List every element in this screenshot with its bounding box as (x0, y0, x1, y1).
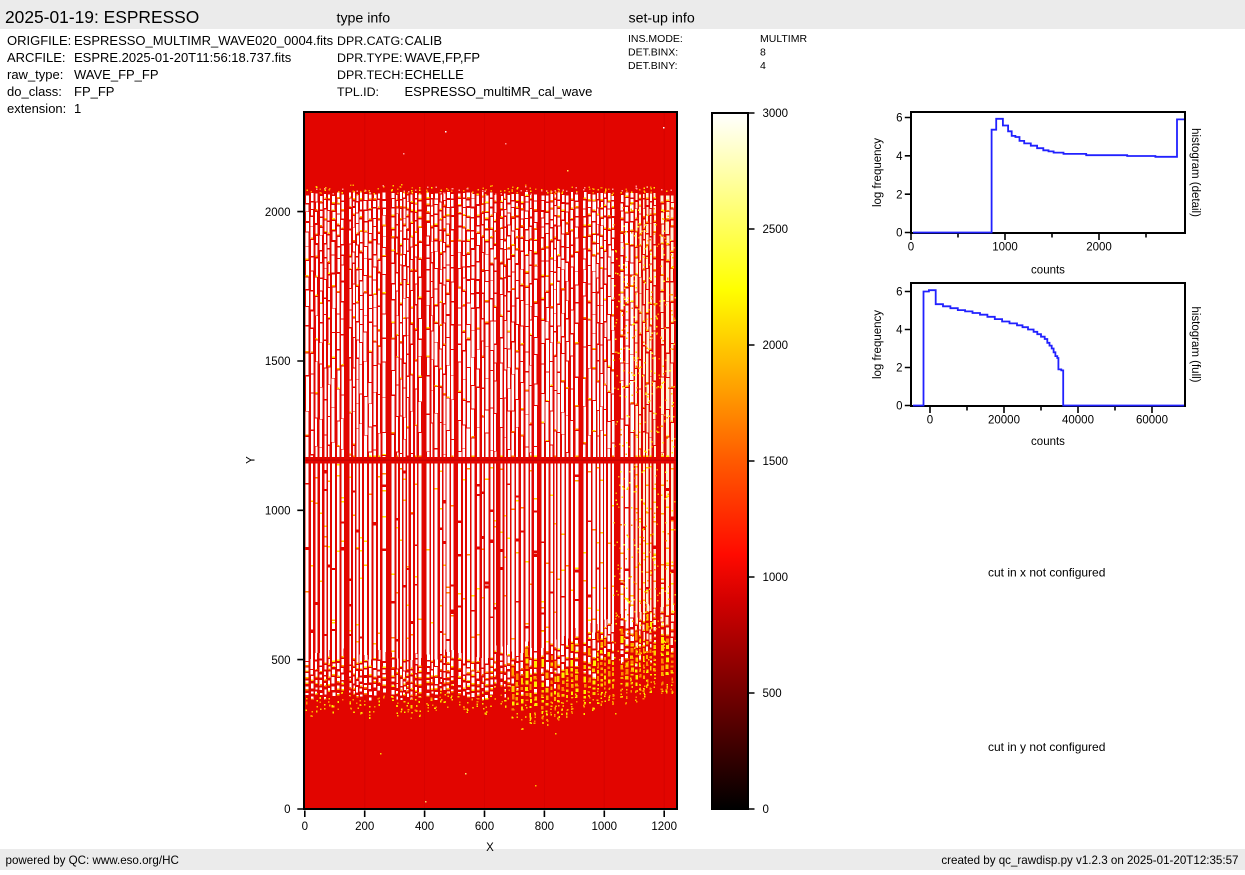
svg-text:2000: 2000 (763, 340, 789, 352)
svg-text:60000: 60000 (1136, 415, 1168, 427)
svg-text:DPR.TYPE:: DPR.TYPE: (337, 51, 402, 65)
svg-text:powered by QC: www.eso.org/HC: powered by QC: www.eso.org/HC (6, 854, 179, 867)
svg-text:FP_FP: FP_FP (74, 84, 114, 99)
svg-text:500: 500 (271, 655, 290, 667)
svg-text:0: 0 (927, 415, 933, 427)
svg-text:histogram (full): histogram (full) (1189, 306, 1201, 382)
svg-text:400: 400 (415, 821, 434, 833)
svg-text:1000: 1000 (763, 572, 789, 584)
svg-text:raw_type:: raw_type: (7, 67, 63, 82)
svg-text:MULTIMR: MULTIMR (760, 33, 807, 45)
svg-text:type info: type info (337, 11, 391, 27)
svg-text:2025-01-19: ESPRESSO: 2025-01-19: ESPRESSO (5, 7, 199, 27)
svg-text:WAVE_FP_FP: WAVE_FP_FP (74, 67, 159, 82)
svg-text:histogram (detail): histogram (detail) (1189, 128, 1201, 217)
svg-text:2: 2 (896, 189, 902, 201)
svg-text:counts: counts (1031, 265, 1065, 277)
svg-text:4: 4 (896, 325, 903, 337)
svg-text:0: 0 (302, 821, 308, 833)
svg-text:500: 500 (763, 688, 782, 700)
svg-text:2000: 2000 (265, 207, 291, 219)
svg-text:extension:: extension: (7, 101, 66, 116)
svg-text:2: 2 (896, 363, 902, 375)
svg-text:ESPRESSO_multiMR_cal_wave: ESPRESSO_multiMR_cal_wave (405, 84, 593, 99)
svg-text:3000: 3000 (763, 108, 789, 120)
svg-text:6: 6 (896, 287, 902, 299)
svg-text:600: 600 (475, 821, 494, 833)
svg-text:200: 200 (355, 821, 374, 833)
svg-text:1200: 1200 (651, 821, 677, 833)
svg-text:ECHELLE: ECHELLE (405, 67, 465, 82)
svg-text:4: 4 (760, 60, 766, 72)
svg-text:1000: 1000 (265, 506, 291, 518)
svg-text:6: 6 (896, 113, 902, 125)
svg-text:0: 0 (896, 228, 902, 240)
svg-text:1: 1 (74, 101, 81, 116)
svg-text:log frequency: log frequency (872, 310, 884, 379)
svg-text:cut in x not configured: cut in x not configured (988, 566, 1105, 580)
svg-text:do_class:: do_class: (7, 84, 62, 99)
svg-text:2000: 2000 (1086, 242, 1112, 254)
svg-text:0: 0 (896, 401, 902, 413)
svg-text:counts: counts (1031, 436, 1065, 448)
svg-text:DPR.TECH:: DPR.TECH: (337, 68, 404, 82)
svg-text:20000: 20000 (988, 415, 1020, 427)
svg-text:created by qc_rawdisp.py v1.2.: created by qc_rawdisp.py v1.2.3 on 2025-… (941, 854, 1238, 867)
svg-text:0: 0 (284, 804, 290, 816)
svg-text:1000: 1000 (592, 821, 618, 833)
svg-text:0: 0 (763, 804, 769, 816)
svg-text:4: 4 (896, 151, 903, 163)
svg-text:DPR.CATG:: DPR.CATG: (337, 34, 404, 48)
svg-text:800: 800 (535, 821, 554, 833)
svg-text:DET.BINY:: DET.BINY: (628, 60, 678, 72)
svg-text:CALIB: CALIB (405, 33, 443, 48)
svg-text:DET.BINX:: DET.BINX: (628, 46, 678, 58)
svg-text:INS.MODE:: INS.MODE: (628, 33, 683, 45)
svg-text:TPL.ID:: TPL.ID: (337, 85, 379, 99)
svg-text:1500: 1500 (265, 356, 291, 368)
svg-text:1500: 1500 (763, 456, 789, 468)
svg-text:Y: Y (246, 456, 258, 464)
svg-text:WAVE,FP,FP: WAVE,FP,FP (405, 50, 481, 65)
svg-text:0: 0 (908, 242, 914, 254)
svg-text:40000: 40000 (1062, 415, 1094, 427)
svg-text:ESPRESSO_MULTIMR_WAVE020_0004.: ESPRESSO_MULTIMR_WAVE020_0004.fits (74, 33, 334, 48)
svg-text:cut in y not configured: cut in y not configured (988, 740, 1105, 754)
svg-text:ORIGFILE:: ORIGFILE: (7, 33, 71, 48)
svg-text:X: X (486, 842, 494, 854)
svg-text:2500: 2500 (763, 224, 789, 236)
svg-text:8: 8 (760, 46, 766, 58)
svg-text:log frequency: log frequency (872, 138, 884, 207)
svg-text:set-up info: set-up info (629, 11, 695, 27)
svg-text:ESPRE.2025-01-20T11:56:18.737.: ESPRE.2025-01-20T11:56:18.737.fits (74, 50, 292, 65)
svg-text:1000: 1000 (992, 242, 1018, 254)
svg-text:ARCFILE:: ARCFILE: (7, 50, 66, 65)
